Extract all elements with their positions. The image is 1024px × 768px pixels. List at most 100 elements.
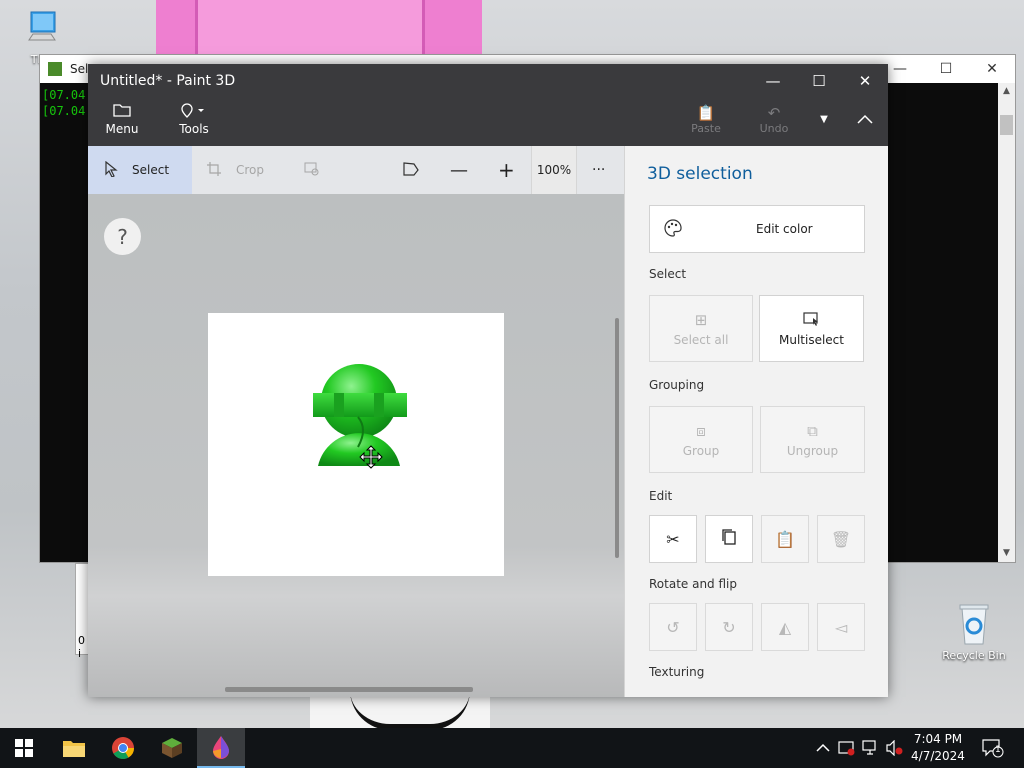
ungroup-icon: ⧉ — [807, 421, 818, 440]
group-button[interactable]: ⧈ Group — [649, 406, 753, 473]
ungroup-button[interactable]: ⧉ Ungroup — [760, 406, 865, 473]
paste-icon: 📋 — [775, 529, 795, 549]
horizontal-scrollbar[interactable] — [225, 687, 473, 692]
crop-tool-button[interactable]: Crop — [206, 146, 276, 194]
scroll-down-icon[interactable]: ▼ — [998, 545, 1015, 562]
maximize-button[interactable]: ☐ — [796, 64, 842, 98]
undo-icon: ↶ — [767, 104, 781, 122]
undo-button[interactable]: ↶ Undo — [756, 104, 792, 135]
tray-network[interactable] — [862, 728, 880, 768]
action-center-button[interactable]: 1 — [982, 728, 1004, 768]
network-icon — [862, 740, 876, 755]
pin-chevron-icon — [174, 102, 214, 122]
close-button[interactable]: ✕ — [842, 64, 888, 98]
paste-panel-button[interactable]: 📋 — [761, 515, 809, 563]
zoom-in-icon[interactable]: + — [498, 146, 518, 194]
console-scrollbar[interactable]: ▲ ▼ — [998, 83, 1015, 562]
show-hidden-icons[interactable] — [816, 728, 830, 768]
paste-button[interactable]: 📋 Paste — [688, 104, 724, 135]
magic-select-icon — [304, 161, 320, 180]
rotate-right-button[interactable]: ↻ — [705, 603, 753, 651]
canvas[interactable] — [208, 313, 504, 576]
view-3d-button[interactable] — [402, 146, 422, 194]
clipboard-icon: 📋 — [696, 104, 716, 122]
flip-horizontal-icon: ◭ — [778, 617, 792, 637]
folder-icon — [63, 741, 85, 757]
rotate-right-icon: ↻ — [722, 617, 736, 637]
undo-label: Undo — [759, 122, 789, 135]
edit-color-label: Edit color — [756, 222, 813, 236]
trash-icon: 🗑 — [830, 529, 852, 549]
collapse-ribbon-icon[interactable] — [842, 102, 888, 136]
tools-button[interactable]: Tools — [174, 102, 214, 136]
multiselect-icon — [802, 311, 821, 333]
edit-color-button[interactable]: Edit color — [649, 205, 865, 253]
canvas-workspace[interactable]: ? — [88, 194, 624, 697]
3d-selection-panel: 3D selection Edit color Select ⊞ Select … — [624, 146, 888, 697]
history-dropdown-icon[interactable]: ▼ — [804, 102, 844, 136]
select-label: Select — [132, 163, 170, 177]
chrome-icon — [112, 737, 134, 759]
tray-volume[interactable] — [886, 728, 904, 768]
taskbar: 7:04 PM 4/7/2024 1 — [0, 728, 1024, 768]
shield-icon — [838, 741, 855, 756]
notification-count: 1 — [995, 745, 1001, 755]
menu-label: Menu — [105, 122, 139, 136]
folder-icon — [104, 102, 140, 122]
minecraft-icon — [162, 738, 182, 758]
tools-label: Tools — [179, 122, 209, 136]
flip-horizontal-button[interactable]: ◭ — [761, 603, 809, 651]
select-all-button[interactable]: ⊞ Select all — [649, 295, 753, 362]
scroll-thumb[interactable] — [1000, 115, 1013, 135]
paint3d-window[interactable]: Untitled* - Paint 3D — ☐ ✕ Menu Tools 📋 … — [88, 64, 888, 697]
group-label: Group — [682, 443, 720, 458]
group-icon: ⧈ — [696, 421, 706, 440]
copy-icon — [721, 528, 737, 550]
help-button[interactable]: ? — [104, 218, 141, 255]
delete-button[interactable]: 🗑 — [817, 515, 865, 563]
palette-icon — [664, 218, 682, 240]
tray-security[interactable] — [838, 728, 856, 768]
green-3d-model[interactable] — [208, 313, 504, 576]
flip-vertical-button[interactable]: ◅ — [817, 603, 865, 651]
ungroup-label: Ungroup — [786, 443, 839, 458]
start-button[interactable] — [0, 728, 48, 768]
zoom-level[interactable]: 100% — [531, 146, 577, 194]
multiselect-label: Multiselect — [779, 332, 844, 347]
menu-button[interactable]: Menu — [104, 102, 140, 136]
crop-icon — [206, 161, 222, 180]
select-all-icon: ⊞ — [694, 310, 708, 329]
flip-vertical-icon: ◅ — [834, 617, 848, 637]
multiselect-button[interactable]: Multiselect — [759, 295, 864, 362]
crop-label: Crop — [236, 163, 265, 177]
grouping-section-label: Grouping — [649, 378, 705, 392]
taskbar-chrome[interactable] — [99, 728, 147, 768]
desktop-icon-recycle-bin[interactable]: Recycle Bin — [942, 602, 1006, 662]
minimize-button[interactable]: — — [750, 64, 796, 98]
taskbar-paint3d[interactable] — [197, 728, 245, 768]
taskbar-minecraft[interactable] — [148, 728, 196, 768]
cut-button[interactable]: ✂ — [649, 515, 697, 563]
taskbar-clock[interactable]: 7:04 PM 4/7/2024 — [908, 731, 968, 765]
scroll-up-icon[interactable]: ▲ — [998, 83, 1015, 100]
texturing-section-label: Texturing — [649, 665, 705, 679]
copy-button[interactable] — [705, 515, 753, 563]
rotate-left-button[interactable]: ↺ — [649, 603, 697, 651]
clock-time: 7:04 PM — [913, 732, 963, 746]
minecraft-icon — [48, 62, 62, 76]
edit-section-label: Edit — [649, 489, 673, 503]
scissors-icon: ✂ — [666, 529, 680, 549]
select-all-label: Select all — [673, 332, 729, 347]
more-options-icon[interactable]: ··· — [592, 146, 612, 194]
maximize-icon[interactable]: ☐ — [923, 61, 969, 77]
paint3d-titlebar[interactable]: Untitled* - Paint 3D — ☐ ✕ Menu Tools 📋 … — [88, 64, 888, 146]
rotate-left-icon: ↺ — [666, 617, 680, 637]
computer-icon — [28, 11, 56, 41]
cursor-icon — [104, 160, 118, 180]
close-icon[interactable]: ✕ — [969, 61, 1015, 77]
select-tool-button[interactable]: Select — [88, 146, 192, 194]
taskbar-file-explorer[interactable] — [50, 728, 98, 768]
zoom-out-icon[interactable]: — — [450, 146, 470, 194]
magic-select-button[interactable] — [304, 146, 324, 194]
vertical-scrollbar[interactable] — [615, 318, 619, 558]
